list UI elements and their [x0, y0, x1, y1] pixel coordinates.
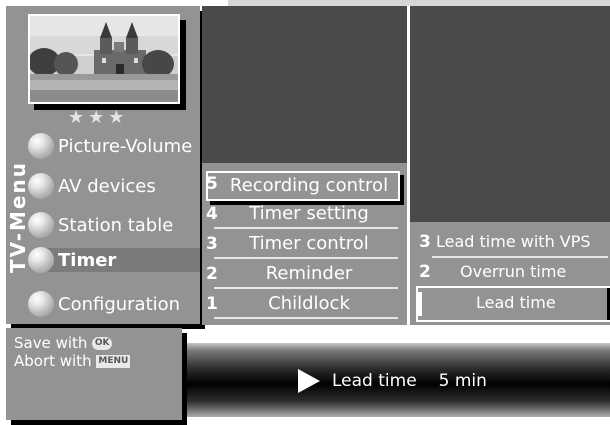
item-label: Lead time with VPS — [436, 232, 591, 251]
play-arrow-icon — [298, 369, 320, 393]
list-item[interactable]: 1 Childlock — [202, 291, 402, 319]
help-box: Save with OK Abort with MENU — [6, 328, 182, 420]
item-number: 3 — [419, 232, 431, 252]
status-label: Lead time — [332, 371, 417, 391]
item-label: Overrun time — [460, 262, 567, 281]
divider — [214, 257, 398, 259]
divider — [214, 227, 398, 229]
divider — [214, 317, 398, 319]
abort-hint-label: Abort with — [14, 352, 92, 370]
item-label: Lead time — [476, 293, 556, 312]
list-item[interactable]: 2 Reminder — [202, 261, 402, 289]
ball-icon — [28, 173, 54, 199]
ball-icon — [28, 133, 54, 159]
sidebar-item-station-table[interactable]: Station table — [28, 211, 198, 239]
timer-preview-panel — [202, 6, 407, 163]
tv-menu-vertical-title: TV-Menu — [6, 161, 30, 273]
sidebar-item-configuration[interactable]: Configuration — [28, 290, 198, 318]
status-readout: Lead time 5 min — [298, 367, 487, 395]
sidebar-item-label: Configuration — [58, 293, 181, 315]
menu-key-icon: MENU — [96, 355, 131, 368]
abort-hint: Abort with MENU — [14, 352, 131, 370]
city-gate-image — [30, 16, 178, 102]
item-label: Reminder — [265, 263, 353, 284]
recording-control-submenu: 3 Lead time with VPS 2 Overrun time Lead… — [410, 222, 610, 325]
timer-submenu: 5 Recording control 4 Timer setting 3 Ti… — [202, 163, 407, 325]
sidebar-item-picture-volume[interactable]: Picture-Volume — [28, 132, 198, 160]
sidebar-item-av-devices[interactable]: AV devices — [28, 172, 198, 200]
item-label: Timer control — [249, 233, 369, 254]
sidebar-item-label: Station table — [58, 214, 174, 236]
divider — [432, 256, 608, 258]
cursor-bar — [418, 292, 422, 316]
item-label: Recording control — [229, 175, 389, 196]
ball-icon — [28, 212, 54, 238]
ok-key-icon: OK — [92, 337, 113, 350]
ball-icon — [28, 247, 54, 273]
rating-stars: ★★★ — [68, 107, 129, 128]
sidebar-item-timer[interactable]: Timer — [28, 246, 198, 274]
save-hint: Save with OK — [14, 334, 113, 352]
sidebar-item-label: AV devices — [58, 175, 156, 197]
sidebar-item-label: Timer — [58, 249, 117, 271]
sidebar-item-label: Picture-Volume — [58, 135, 193, 157]
item-label: Childlock — [268, 293, 350, 314]
list-item[interactable]: 4 Timer setting — [202, 201, 402, 229]
divider — [214, 287, 398, 289]
recording-preview-panel — [410, 6, 610, 222]
save-hint-label: Save with — [14, 334, 88, 352]
list-item[interactable]: 3 Timer control — [202, 231, 402, 259]
item-number: 2 — [419, 262, 431, 282]
list-item[interactable]: 5 Recording control — [202, 171, 402, 199]
lead-time-selected[interactable]: Lead time — [416, 286, 610, 322]
status-value: 5 min — [438, 371, 487, 391]
item-label: Timer setting — [249, 203, 369, 224]
preview-picture — [28, 14, 180, 104]
ball-icon — [28, 291, 54, 317]
